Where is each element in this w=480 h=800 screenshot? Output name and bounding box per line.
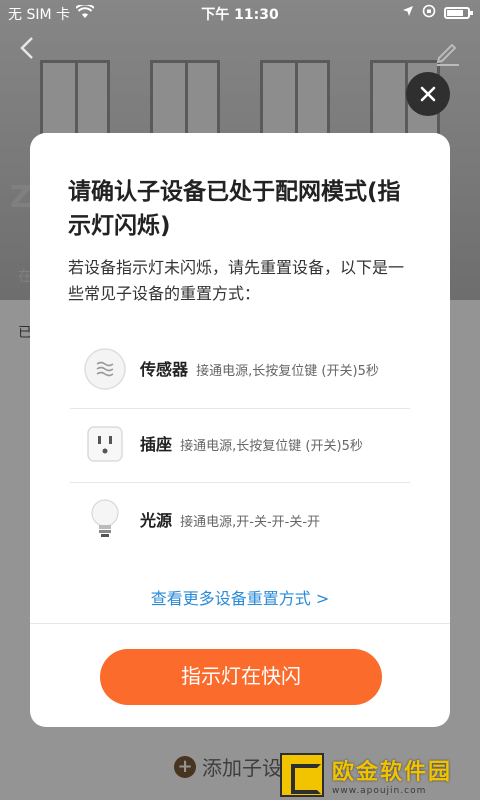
pairing-mode-dialog: 请确认子设备已处于配网模式(指示灯闪烁) 若设备指示灯未闪烁，请先重置设备，以下… bbox=[30, 133, 450, 727]
bulb-icon bbox=[87, 497, 123, 545]
back-arrow-icon[interactable] bbox=[14, 34, 42, 62]
status-bar: 无 SIM 卡 下午 11:30 bbox=[0, 0, 480, 26]
divider bbox=[30, 623, 450, 624]
watermark: 欧金软件园 www.apoujin.com bbox=[280, 752, 476, 798]
dialog-description: 若设备指示灯未闪烁，请先重置设备，以下是一些常见子设备的重置方式： bbox=[68, 258, 405, 303]
device-name: 插座 bbox=[140, 435, 173, 454]
device-item-sensor: 传感器 接通电源,长按复位键 (开关)5秒 bbox=[70, 333, 410, 409]
watermark-logo-icon bbox=[280, 753, 324, 797]
device-name: 光源 bbox=[140, 510, 173, 530]
rotation-lock-icon bbox=[422, 4, 436, 22]
watermark-title: 欧金软件园 bbox=[332, 760, 453, 785]
device-item-bulb: 光源 接通电源,开-关-开-关-开 bbox=[70, 483, 410, 559]
device-instruction: 接通电源,长按复位键 (开关)5秒 bbox=[196, 364, 379, 379]
sensor-icon bbox=[83, 347, 127, 395]
socket-icon bbox=[85, 424, 125, 468]
more-reset-methods-link[interactable]: 查看更多设备重置方式 > bbox=[30, 585, 450, 609]
dialog-title: 请确认子设备已处于配网模式(指示灯闪烁) bbox=[68, 179, 401, 239]
indicator-flashing-button[interactable]: 指示灯在快闪 bbox=[100, 649, 382, 705]
location-icon bbox=[402, 5, 414, 21]
device-instruction: 接通电源,开-关-开-关-开 bbox=[180, 514, 321, 530]
device-name: 传感器 bbox=[140, 360, 189, 379]
close-icon bbox=[420, 86, 436, 102]
watermark-url: www.apoujin.com bbox=[332, 786, 427, 796]
device-reset-list: 传感器 接通电源,长按复位键 (开关)5秒 插座 接通电源,长按复位键 (开关)… bbox=[70, 333, 410, 559]
device-item-socket: 插座 接通电源,长按复位键 (开关)5秒 bbox=[70, 409, 410, 483]
close-button[interactable] bbox=[406, 72, 450, 116]
edit-pencil-icon[interactable] bbox=[434, 38, 462, 66]
battery-icon bbox=[444, 7, 473, 19]
device-instruction: 接通电源,长按复位键 (开关)5秒 bbox=[180, 439, 363, 454]
